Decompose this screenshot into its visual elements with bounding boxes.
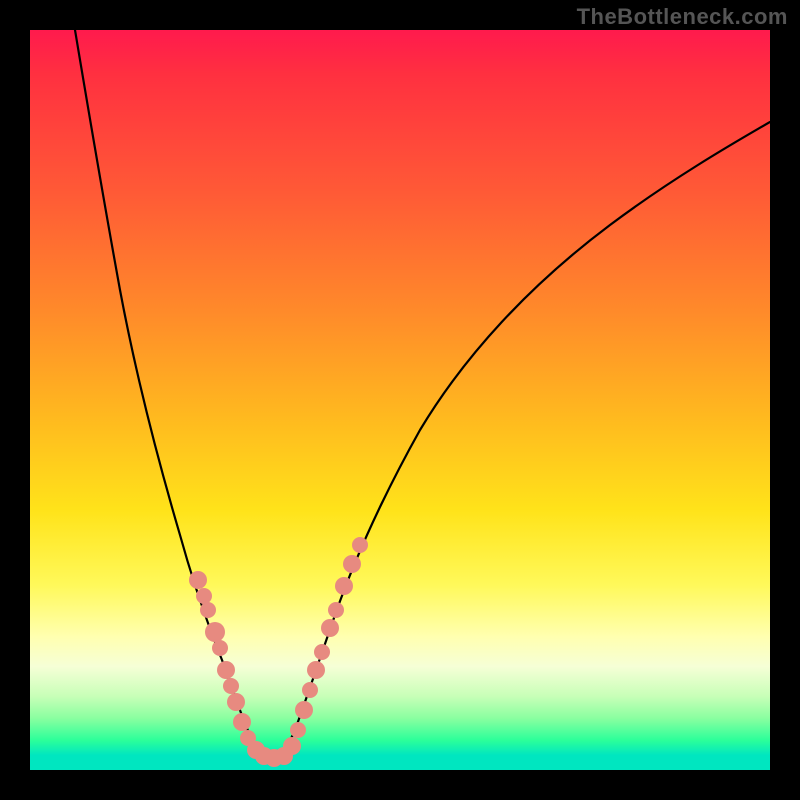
scatter-dot	[196, 588, 212, 604]
scatter-dot	[283, 737, 301, 755]
scatter-dot	[352, 537, 368, 553]
chart-svg	[30, 30, 770, 770]
scatter-dot	[314, 644, 330, 660]
scatter-points	[189, 537, 368, 767]
scatter-dot	[343, 555, 361, 573]
scatter-dot	[295, 701, 313, 719]
scatter-dot	[212, 640, 228, 656]
scatter-dot	[335, 577, 353, 595]
curve-right	[275, 122, 770, 760]
scatter-dot	[321, 619, 339, 637]
plot-area	[30, 30, 770, 770]
scatter-dot	[217, 661, 235, 679]
scatter-dot	[307, 661, 325, 679]
scatter-dot	[205, 622, 225, 642]
scatter-dot	[302, 682, 318, 698]
scatter-dot	[227, 693, 245, 711]
scatter-dot	[189, 571, 207, 589]
scatter-dot	[290, 722, 306, 738]
chart-frame: TheBottleneck.com	[0, 0, 800, 800]
scatter-dot	[200, 602, 216, 618]
watermark-text: TheBottleneck.com	[577, 4, 788, 30]
curve-left	[75, 30, 270, 760]
scatter-dot	[233, 713, 251, 731]
scatter-dot	[328, 602, 344, 618]
scatter-dot	[223, 678, 239, 694]
